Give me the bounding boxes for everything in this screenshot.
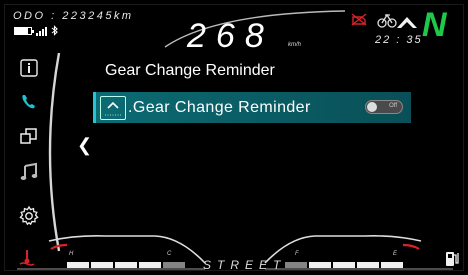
sidebar bbox=[9, 55, 59, 243]
chevron-up-icon bbox=[397, 17, 417, 28]
temp-hot-label: H bbox=[69, 251, 74, 257]
gear-indicator: N bbox=[422, 6, 447, 44]
toggle-knob bbox=[367, 102, 377, 112]
gear-change-reminder-row[interactable]: .Gear Change Reminder Off bbox=[93, 92, 411, 123]
back-chevron-icon[interactable]: ❮ bbox=[77, 135, 92, 156]
sidebar-item-phone[interactable] bbox=[15, 89, 43, 115]
clock: 22 : 35 bbox=[375, 34, 423, 46]
gear-reminder-icon bbox=[100, 95, 126, 120]
odometer: ODO : 223245km bbox=[13, 10, 134, 22]
sidebar-item-music[interactable] bbox=[15, 159, 43, 185]
fuel-icon bbox=[446, 252, 459, 266]
sidebar-item-windows[interactable] bbox=[15, 123, 43, 149]
sidebar-item-info[interactable] bbox=[15, 55, 43, 81]
dashboard-screen: ODO : 223245km 268 km/h N 22 : 35 ❮ Gear… bbox=[4, 4, 464, 271]
info-icon bbox=[20, 59, 38, 77]
coolant-temp-icon bbox=[19, 250, 35, 266]
sidebar-item-settings[interactable] bbox=[15, 203, 43, 229]
gear-reminder-label: .Gear Change Reminder bbox=[128, 98, 311, 116]
signal-icon bbox=[36, 26, 47, 36]
page-title: Gear Change Reminder bbox=[105, 62, 275, 79]
bluetooth-icon bbox=[51, 25, 58, 36]
status-icons bbox=[14, 25, 59, 36]
phone-icon bbox=[22, 95, 35, 109]
windows-icon bbox=[20, 128, 37, 144]
battery-icon bbox=[14, 26, 34, 35]
traction-control-icon bbox=[377, 13, 397, 28]
engine-warning-icon bbox=[351, 13, 367, 26]
gear-reminder-toggle[interactable]: Off bbox=[365, 100, 403, 114]
music-icon bbox=[20, 162, 38, 180]
fuel-full-label: F bbox=[295, 251, 299, 257]
temp-cold-label: C bbox=[167, 251, 172, 257]
speed-unit: km/h bbox=[288, 42, 302, 48]
fuel-empty-label: E bbox=[393, 251, 398, 257]
settings-gear-icon bbox=[19, 205, 39, 226]
toggle-state-text: Off bbox=[389, 103, 397, 109]
riding-mode: STREET bbox=[203, 258, 287, 271]
speed-readout: 268 bbox=[187, 17, 274, 55]
